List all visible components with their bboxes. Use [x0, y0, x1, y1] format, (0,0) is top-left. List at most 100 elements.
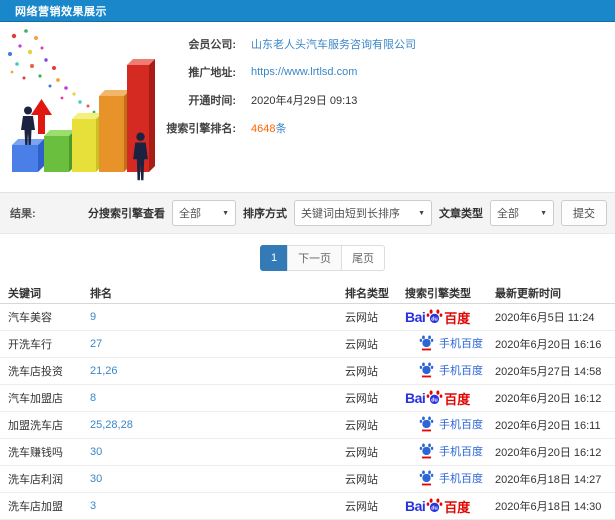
- titlebar: 网络营销效果展示: [0, 0, 615, 22]
- svg-text:du: du: [432, 316, 438, 322]
- keyword-cell: 洗车赚钱吗: [8, 447, 63, 459]
- rank-link[interactable]: 8: [90, 392, 96, 404]
- mobile-baidu-logo: 手机百度: [405, 334, 483, 351]
- updated-cell: 2020年6月20日 16:12: [495, 393, 602, 405]
- updated-cell: 2020年6月5日 11:24: [495, 312, 595, 324]
- next-page-button[interactable]: 下一页: [287, 245, 343, 271]
- filter-bar: 结果: 分搜索引擎查看 全部 ▼ 排序方式 关键词由短到长排序 ▼ 文章类型 全…: [0, 192, 615, 234]
- table-row: 洗车店投资 21,26 云网站 手机百度 2020年5月27日 14:58: [0, 358, 615, 385]
- sort-filter-label: 排序方式: [243, 208, 287, 220]
- keyword-cell: 开洗车行: [8, 339, 52, 351]
- engine-cell: Bai du 百度: [405, 307, 495, 327]
- keyword-cell: 洗车店加盟: [8, 501, 63, 513]
- promo-url-link[interactable]: https://www.lrtlsd.com: [251, 66, 357, 78]
- rank-link[interactable]: 30: [90, 473, 102, 485]
- open-time-label: 开通时间:: [188, 95, 236, 107]
- promo-url-row: 推广地址: https://www.lrtlsd.com: [150, 58, 416, 86]
- rank-link[interactable]: 3: [90, 500, 96, 512]
- rank-type-cell: 云网站: [345, 312, 378, 324]
- mobile-baidu-logo: 手机百度: [405, 469, 483, 486]
- updated-cell: 2020年6月20日 16:12: [495, 447, 602, 459]
- keyword-ranking-table: 关键词 排名 排名类型 搜索引擎类型 最新更新时间 汽车美容 9 云网站 Bai…: [0, 282, 615, 520]
- baidu-logo: Bai du 百度: [405, 309, 471, 326]
- mobile-baidu-paw-icon: [419, 443, 434, 459]
- bar-chart-illustration-graphic: [8, 29, 155, 181]
- member-company-label: 会员公司:: [188, 39, 236, 51]
- rank-type-cell: 云网站: [345, 366, 378, 378]
- keyword-cell: 洗车店投资: [8, 366, 63, 378]
- mobile-baidu-logo: 手机百度: [405, 361, 483, 378]
- engine-filter-select[interactable]: 全部 ▼: [172, 200, 236, 226]
- chevron-down-icon: ▼: [222, 209, 229, 217]
- marketing-illustration: [2, 22, 162, 184]
- engine-cell: 手机百度: [405, 415, 495, 435]
- article-type-select[interactable]: 全部 ▼: [490, 200, 554, 226]
- sort-filter-select[interactable]: 关键词由短到长排序 ▼: [294, 200, 432, 226]
- header-rank: 排名: [90, 287, 112, 300]
- pagination: 1 下一页 尾页: [259, 245, 386, 271]
- last-page-button[interactable]: 尾页: [341, 245, 386, 271]
- engine-cell: Bai du 百度: [405, 388, 495, 408]
- updated-cell: 2020年5月27日 14:58: [495, 366, 602, 378]
- open-time-row: 开通时间: 2020年4月29日 09:13: [150, 86, 416, 114]
- table-row: 洗车店加盟 3 云网站 Bai du 百度 2020年6月18日 14:30: [0, 493, 615, 520]
- chevron-down-icon: ▼: [540, 209, 547, 217]
- rank-count-unit: 条: [275, 123, 287, 135]
- table-row: 加盟洗车店 25,28,28 云网站 手机百度 2020年6月20日 16:11: [0, 412, 615, 439]
- mobile-baidu-paw-icon: [419, 335, 434, 351]
- engine-rank-label: 搜索引擎排名:: [166, 123, 236, 135]
- baidu-paw-icon: du: [426, 309, 443, 323]
- baidu-logo: Bai du 百度: [405, 390, 471, 407]
- keyword-cell: 加盟洗车店: [8, 420, 63, 432]
- engine-cell: 手机百度: [405, 361, 495, 381]
- keyword-cell: 汽车加盟店: [8, 393, 63, 405]
- engine-rank-value: 4648条: [251, 120, 286, 136]
- rank-type-cell: 云网站: [345, 393, 378, 405]
- engine-filter-label: 分搜索引擎查看: [88, 208, 165, 220]
- engine-cell: Bai du 百度: [405, 496, 495, 516]
- rank-type-cell: 云网站: [345, 474, 378, 486]
- engine-cell: 手机百度: [405, 442, 495, 462]
- engine-cell: 手机百度: [405, 334, 495, 354]
- page-button-1[interactable]: 1: [259, 245, 289, 271]
- updated-cell: 2020年6月20日 16:11: [495, 420, 601, 432]
- rank-type-cell: 云网站: [345, 420, 378, 432]
- bar-green: [44, 130, 75, 172]
- member-company-row: 会员公司: 山东老人头汽车服务咨询有限公司: [150, 30, 416, 58]
- member-info-panel: 会员公司: 山东老人头汽车服务咨询有限公司 推广地址: https://www.…: [0, 22, 615, 192]
- table-row: 洗车店利润 30 云网站 手机百度 2020年6月18日 14:27: [0, 466, 615, 493]
- baidu-logo: Bai du 百度: [405, 498, 471, 515]
- baidu-paw-icon: du: [426, 390, 443, 404]
- updated-cell: 2020年6月18日 14:27: [495, 474, 602, 486]
- table-body: 汽车美容 9 云网站 Bai du 百度 2020年6月5日 11:24 开洗车…: [0, 304, 615, 520]
- baidu-paw-icon: du: [426, 498, 443, 512]
- pagination-area: 1 下一页 尾页: [0, 234, 615, 282]
- updated-cell: 2020年6月18日 14:30: [495, 501, 602, 513]
- rank-type-cell: 云网站: [345, 339, 378, 351]
- rank-type-cell: 云网站: [345, 447, 378, 459]
- updated-cell: 2020年6月20日 16:16: [495, 339, 602, 351]
- mobile-baidu-logo: 手机百度: [405, 415, 483, 432]
- rank-link[interactable]: 25,28,28: [90, 419, 133, 431]
- rank-link[interactable]: 27: [90, 338, 102, 350]
- rank-link[interactable]: 21,26: [90, 365, 118, 377]
- rank-count: 4648: [251, 123, 276, 135]
- result-label: 结果:: [10, 208, 36, 220]
- mobile-baidu-logo: 手机百度: [405, 442, 483, 459]
- promo-url-label: 推广地址:: [188, 67, 236, 79]
- submit-button[interactable]: 提交: [561, 200, 607, 226]
- bar-yellow: [72, 113, 102, 172]
- rank-link[interactable]: 9: [90, 311, 96, 323]
- chevron-down-icon: ▼: [418, 209, 425, 217]
- rank-link[interactable]: 30: [90, 446, 102, 458]
- mobile-baidu-paw-icon: [419, 470, 434, 486]
- table-row: 开洗车行 27 云网站 手机百度 2020年6月20日 16:16: [0, 331, 615, 358]
- svg-text:du: du: [432, 505, 438, 511]
- mobile-baidu-paw-icon: [419, 362, 434, 378]
- table-row: 汽车美容 9 云网站 Bai du 百度 2020年6月5日 11:24: [0, 304, 615, 331]
- member-company-link[interactable]: 山东老人头汽车服务咨询有限公司: [251, 36, 416, 52]
- header-rank-type: 排名类型: [345, 287, 389, 300]
- filter-controls: 分搜索引擎查看 全部 ▼ 排序方式 关键词由短到长排序 ▼ 文章类型 全部 ▼ …: [88, 200, 607, 226]
- header-updated: 最新更新时间: [495, 287, 561, 300]
- engine-cell: 手机百度: [405, 469, 495, 489]
